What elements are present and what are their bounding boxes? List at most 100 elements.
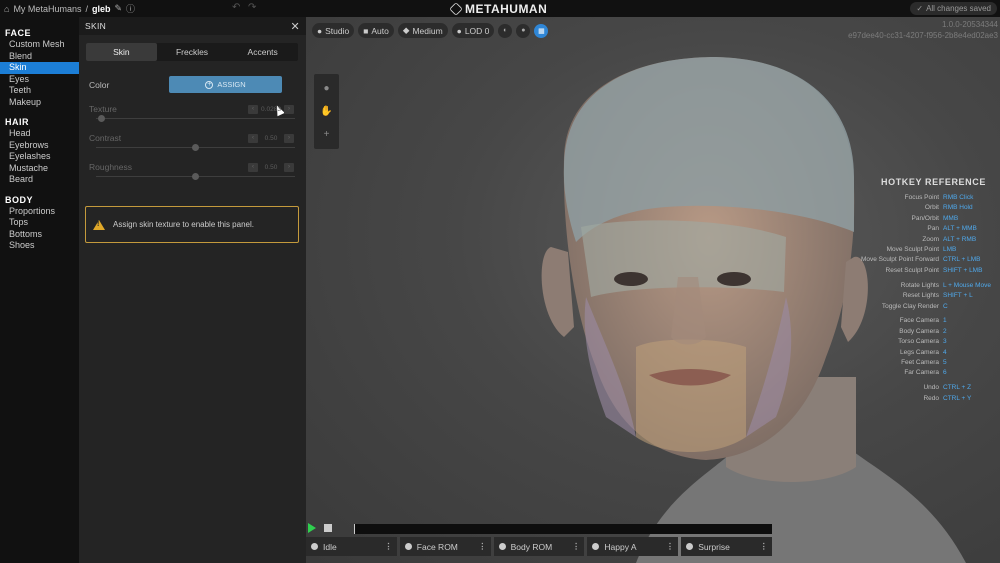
hotkey-keys: 6 bbox=[943, 369, 947, 377]
sidebar-item-eyebrows[interactable]: Eyebrows bbox=[0, 140, 79, 152]
clay-render-icon[interactable]: ◐ bbox=[498, 23, 513, 38]
tab-skin[interactable]: Skin bbox=[86, 43, 157, 61]
warning-banner: Assign skin texture to enable this panel… bbox=[85, 206, 299, 243]
hotkey-action: Focus Point bbox=[904, 194, 939, 201]
assign-button[interactable]: + ASSIGN bbox=[169, 76, 282, 93]
animation-presets: Idle ⋮ Face ROM ⋮ Body ROM ⋮ Happy A ⋮ Surprise ⋮ bbox=[306, 537, 772, 556]
edit-icon[interactable]: ✎ bbox=[115, 3, 123, 14]
build-info: 1.0.0-20534344 e97dee40-cc31-4207-f956-2… bbox=[848, 19, 998, 41]
sidebar-item-eyelashes[interactable]: Eyelashes bbox=[0, 151, 79, 163]
texture-stepper[interactable]: ‹ 0.0283 › bbox=[248, 104, 294, 114]
stop-icon[interactable] bbox=[324, 524, 332, 532]
hotkey-action: Feet Camera bbox=[901, 359, 939, 367]
breadcrumb-home[interactable]: My MetaHumans bbox=[13, 4, 81, 14]
redo-icon[interactable]: ↷ bbox=[248, 2, 256, 13]
animation-body-rom[interactable]: Body ROM ⋮ bbox=[493, 537, 585, 556]
sculpt-tool-icon[interactable]: ● bbox=[323, 83, 329, 94]
more-options-icon[interactable]: ⋮ bbox=[666, 541, 674, 552]
more-options-icon[interactable]: ⋮ bbox=[572, 541, 580, 552]
move-tool-icon[interactable]: ✋ bbox=[320, 106, 332, 117]
left-eye-shape bbox=[614, 272, 648, 286]
hotkey-action: Move Sculpt Point Forward bbox=[860, 256, 939, 264]
help-icon[interactable]: ⓘ bbox=[126, 2, 135, 15]
breadcrumb: ⌂ My MetaHumans / gleb ✎ ⓘ bbox=[0, 2, 135, 15]
sidebar-item-mustache[interactable]: Mustache bbox=[0, 163, 79, 175]
camera-label: Auto bbox=[371, 25, 389, 36]
contrast-slider[interactable] bbox=[96, 144, 295, 151]
quality-label: Medium bbox=[412, 25, 443, 36]
contrast-value[interactable]: 0.50 bbox=[260, 135, 282, 142]
animation-happy-a[interactable]: Happy A ⋮ bbox=[587, 537, 679, 556]
play-icon[interactable] bbox=[308, 523, 316, 533]
tab-accents[interactable]: Accents bbox=[227, 43, 298, 61]
hotkey-row: Focus Point RMB Click bbox=[846, 193, 998, 203]
region-overlay-icon[interactable]: ▦ bbox=[534, 23, 549, 38]
sidebar-item-custom-mesh[interactable]: Custom Mesh bbox=[0, 39, 79, 51]
hotkey-row: Move Sculpt Point Forward CTRL + LMB bbox=[846, 255, 998, 265]
sidebar-item-shoes[interactable]: Shoes bbox=[0, 240, 79, 252]
add-point-icon[interactable]: + bbox=[324, 129, 330, 140]
hotkey-reference: HOTKEY REFERENCE Focus Point RMB Click Orb… bbox=[846, 177, 998, 404]
nav-group-face: FACE Custom Mesh Blend Skin Eyes Teeth Makeup bbox=[0, 27, 79, 108]
sidebar-item-beard[interactable]: Beard bbox=[0, 174, 79, 186]
timeline-scrubber[interactable] bbox=[354, 524, 772, 534]
texture-slider-handle[interactable] bbox=[98, 115, 106, 122]
animation-surprise[interactable]: Surprise ⋮ bbox=[681, 537, 772, 556]
texture-value[interactable]: 0.0283 bbox=[260, 106, 282, 113]
sidebar-item-teeth[interactable]: Teeth bbox=[0, 85, 79, 97]
lighting-studio-button[interactable]: ● Studio bbox=[312, 23, 355, 38]
hotkey-row: Legs Camera 4 bbox=[846, 348, 998, 358]
more-options-icon[interactable]: ⋮ bbox=[384, 541, 392, 552]
sidebar-item-eyes[interactable]: Eyes bbox=[0, 74, 79, 86]
sidebar-item-bottoms[interactable]: Bottoms bbox=[0, 229, 79, 241]
hotkey-row: Rotate Lights L + Mouse Move bbox=[846, 281, 998, 291]
increase-icon[interactable]: › bbox=[284, 162, 294, 172]
hotkey-action: Zoom bbox=[922, 235, 939, 243]
hotkey-row: Redo CTRL + Y bbox=[846, 394, 998, 404]
texture-label: Texture bbox=[89, 104, 117, 114]
sidebar-item-tops[interactable]: Tops bbox=[0, 217, 79, 229]
roughness-slider[interactable] bbox=[96, 173, 295, 180]
contrast-slider-handle[interactable] bbox=[192, 144, 199, 151]
sidebar-item-proportions[interactable]: Proportions bbox=[0, 206, 79, 218]
lod-button[interactable]: ● LOD 0 bbox=[451, 23, 495, 38]
roughness-stepper[interactable]: ‹ 0.50 › bbox=[248, 162, 294, 172]
material-icon[interactable]: ● bbox=[516, 23, 531, 38]
quality-medium-button[interactable]: ◆ Medium bbox=[397, 23, 448, 38]
sidebar-item-makeup[interactable]: Makeup bbox=[0, 97, 79, 109]
lighting-label: Studio bbox=[325, 25, 350, 36]
hotkey-action: Legs Camera bbox=[899, 348, 939, 356]
contrast-stepper[interactable]: ‹ 0.50 › bbox=[248, 133, 294, 143]
decrease-icon[interactable]: ‹ bbox=[248, 133, 258, 143]
sidebar-item-blend[interactable]: Blend bbox=[0, 51, 79, 63]
hotkey-action: Orbit bbox=[924, 204, 939, 212]
animation-face-rom[interactable]: Face ROM ⋮ bbox=[399, 537, 491, 556]
roughness-value[interactable]: 0.50 bbox=[260, 164, 282, 171]
hotkey-keys: ALT + MMB bbox=[943, 225, 977, 233]
roughness-slider-handle[interactable] bbox=[192, 173, 199, 180]
decrease-icon[interactable]: ‹ bbox=[248, 104, 258, 114]
hotkey-keys: 5 bbox=[943, 359, 947, 367]
roughness-label: Roughness bbox=[89, 162, 133, 172]
app-logo: METAHUMAN bbox=[449, 2, 548, 16]
home-icon[interactable]: ⌂ bbox=[4, 4, 9, 14]
metahuman-logo-icon bbox=[449, 2, 463, 16]
hotkey-keys: RMB Click bbox=[943, 194, 974, 201]
increase-icon[interactable]: › bbox=[284, 104, 294, 114]
camera-auto-button[interactable]: ■ Auto bbox=[358, 23, 394, 38]
texture-slider[interactable] bbox=[96, 115, 295, 122]
close-icon[interactable]: ✕ bbox=[290, 20, 300, 33]
undo-icon[interactable]: ↶ bbox=[232, 2, 240, 13]
more-options-icon[interactable]: ⋮ bbox=[759, 541, 767, 552]
animation-idle[interactable]: Idle ⋮ bbox=[306, 537, 397, 556]
app-name: METAHUMAN bbox=[465, 2, 548, 16]
tab-freckles[interactable]: Freckles bbox=[157, 43, 228, 61]
hotkey-action: Face Camera bbox=[899, 317, 939, 325]
increase-icon[interactable]: › bbox=[284, 133, 294, 143]
hotkey-action: Toggle Clay Render bbox=[881, 302, 939, 310]
3d-viewport[interactable]: ● Studio ■ Auto ◆ Medium ● LOD 0 ◐ ● ▦ 1… bbox=[306, 17, 1000, 563]
sidebar-item-skin[interactable]: Skin bbox=[0, 62, 79, 74]
decrease-icon[interactable]: ‹ bbox=[248, 162, 258, 172]
more-options-icon[interactable]: ⋮ bbox=[478, 541, 486, 552]
sidebar-item-head[interactable]: Head bbox=[0, 128, 79, 140]
